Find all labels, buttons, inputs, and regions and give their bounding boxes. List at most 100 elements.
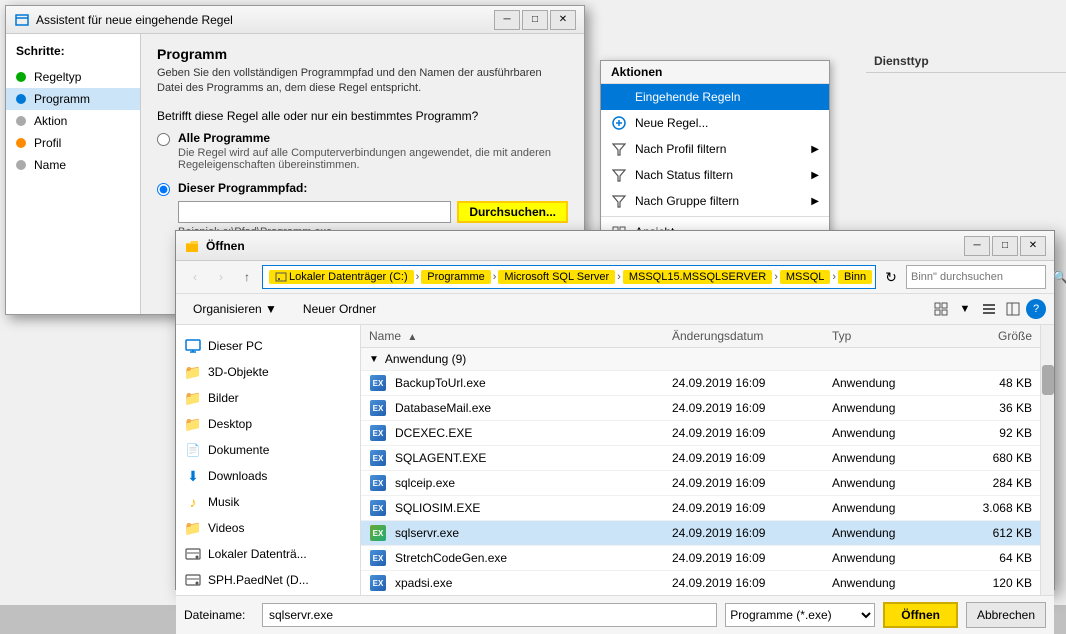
- browse-button[interactable]: Durchsuchen...: [457, 201, 568, 223]
- back-button[interactable]: ‹: [184, 266, 206, 288]
- nav-item-downloads[interactable]: ⬇ Downloads: [176, 463, 360, 489]
- view-controls: ▼ ?: [930, 298, 1046, 320]
- open-dialog-minimize[interactable]: ─: [964, 236, 990, 256]
- file-type-stretchcodegen: Anwendung: [832, 551, 952, 565]
- path-binn[interactable]: Binn: [838, 270, 872, 284]
- file-row-dcexec[interactable]: EX DCEXEC.EXE 24.09.2019 16:09 Anwendung…: [361, 421, 1040, 446]
- path-mssql15[interactable]: MSSQL15.MSSQLSERVER: [623, 270, 772, 284]
- nav-label-3d-objekte: 3D-Objekte: [208, 365, 269, 379]
- this-program-radio[interactable]: [157, 183, 170, 196]
- nav-item-bilder[interactable]: 📁 Bilder: [176, 385, 360, 411]
- organisieren-button[interactable]: Organisieren ▼: [184, 298, 286, 320]
- path-microsoft-sql[interactable]: Microsoft SQL Server: [498, 270, 615, 284]
- nach-gruppe-label: Nach Gruppe filtern: [635, 194, 739, 208]
- all-programs-radio[interactable]: [157, 133, 170, 146]
- file-row-databasemail[interactable]: EX DatabaseMail.exe 24.09.2019 16:09 Anw…: [361, 396, 1040, 421]
- context-menu-item-nach-gruppe[interactable]: Nach Gruppe filtern: [601, 188, 829, 214]
- file-row-backuptourl[interactable]: EX BackupToUrl.exe 24.09.2019 16:09 Anwe…: [361, 371, 1040, 396]
- view-list-button[interactable]: [930, 298, 952, 320]
- file-type-databasemail: Anwendung: [832, 401, 952, 415]
- col-header-type[interactable]: Typ: [832, 329, 952, 343]
- forward-button[interactable]: ›: [210, 266, 232, 288]
- exe-icon-sqlservr: EX: [369, 524, 387, 542]
- filename-input[interactable]: [262, 603, 717, 627]
- nav-item-dokumente[interactable]: 📄 Dokumente: [176, 437, 360, 463]
- address-bar: ‹ › ↑ Lokaler Datenträger (C:) › Program…: [176, 261, 1054, 294]
- help-button[interactable]: ?: [1026, 299, 1046, 319]
- wizard-step-name[interactable]: Name: [6, 154, 140, 176]
- program-question: Betrifft diese Regel alle oder nur ein b…: [157, 109, 568, 123]
- step-indicator-name: [16, 160, 26, 170]
- file-name-stretchcodegen: StretchCodeGen.exe: [395, 551, 672, 565]
- file-group-anwendung[interactable]: ▼ Anwendung (9): [361, 348, 1040, 371]
- nav-item-3d-objekte[interactable]: 📁 3D-Objekte: [176, 359, 360, 385]
- path-mssql[interactable]: MSSQL: [780, 270, 831, 284]
- wizard-step-profil[interactable]: Profil: [6, 132, 140, 154]
- col-header-diensttyp: Diensttyp: [874, 54, 929, 68]
- context-menu-item-nach-profil[interactable]: Nach Profil filtern: [601, 136, 829, 162]
- minimize-button[interactable]: ─: [494, 10, 520, 30]
- close-button[interactable]: ✕: [550, 10, 576, 30]
- view-large-button[interactable]: [978, 298, 1000, 320]
- open-dialog-maximize[interactable]: □: [992, 236, 1018, 256]
- context-menu-item-eingehende-regeln[interactable]: Eingehende Regeln: [601, 84, 829, 110]
- step-label-aktion: Aktion: [34, 114, 67, 128]
- file-row-sqlceip[interactable]: EX sqlceip.exe 24.09.2019 16:09 Anwendun…: [361, 471, 1040, 496]
- step-label-programm: Programm: [34, 92, 90, 106]
- wizard-step-programm[interactable]: Programm: [6, 88, 140, 110]
- open-dialog-close[interactable]: ✕: [1020, 236, 1046, 256]
- view-details-button[interactable]: ▼: [954, 298, 976, 320]
- nav-item-dvd[interactable]: 💿 DVD-Laufwerk (I...: [176, 593, 360, 595]
- folder-icon-3d: 📁: [184, 363, 202, 381]
- file-date-stretchcodegen: 24.09.2019 16:09: [672, 551, 832, 565]
- filter-icon-status: [611, 167, 627, 183]
- file-row-sqlservr[interactable]: EX sqlservr.exe 24.09.2019 16:09 Anwendu…: [361, 521, 1040, 546]
- context-menu-header-label: Aktionen: [611, 65, 662, 79]
- wizard-main-desc: Geben Sie den vollständigen Programmpfad…: [157, 66, 568, 97]
- nav-item-videos[interactable]: 📁 Videos: [176, 515, 360, 541]
- context-menu-item-nach-status[interactable]: Nach Status filtern: [601, 162, 829, 188]
- col-header-date[interactable]: Änderungsdatum: [672, 329, 832, 343]
- filename-label: Dateiname:: [184, 608, 254, 622]
- path-programme[interactable]: Programme: [421, 270, 490, 284]
- open-button[interactable]: Öffnen: [883, 602, 958, 628]
- pc-icon: [184, 337, 202, 355]
- file-date-sqlagent: 24.09.2019 16:09: [672, 451, 832, 465]
- file-name-sqliosim: SQLIOSIM.EXE: [395, 501, 672, 515]
- scrollbar[interactable]: [1040, 325, 1054, 595]
- folder-icon-dokumente: 📄: [184, 441, 202, 459]
- file-type-xpadsi: Anwendung: [832, 576, 952, 590]
- file-row-stretchcodegen[interactable]: EX StretchCodeGen.exe 24.09.2019 16:09 A…: [361, 546, 1040, 571]
- hdd-icon-lokaler: [184, 545, 202, 563]
- file-date-databasemail: 24.09.2019 16:09: [672, 401, 832, 415]
- cancel-button[interactable]: Abbrechen: [966, 602, 1046, 628]
- address-path[interactable]: Lokaler Datenträger (C:) › Programme › M…: [262, 265, 876, 289]
- up-button[interactable]: ↑: [236, 266, 258, 288]
- view-preview-button[interactable]: [1002, 298, 1024, 320]
- file-row-sqliosim[interactable]: EX SQLIOSIM.EXE 24.09.2019 16:09 Anwendu…: [361, 496, 1040, 521]
- nav-label-dokumente: Dokumente: [208, 443, 269, 457]
- nav-item-desktop[interactable]: 📁 Desktop: [176, 411, 360, 437]
- nav-item-sph[interactable]: SPH.PaedNet (D...: [176, 567, 360, 593]
- search-input[interactable]: [911, 271, 1053, 283]
- file-row-sqlagent[interactable]: EX SQLAGENT.EXE 24.09.2019 16:09 Anwendu…: [361, 446, 1040, 471]
- path-lokaler-datentraeger[interactable]: Lokaler Datenträger (C:): [269, 270, 414, 284]
- col-header-size[interactable]: Größe: [952, 329, 1032, 343]
- wizard-step-aktion[interactable]: Aktion: [6, 110, 140, 132]
- col-header-name[interactable]: Name ▲: [369, 329, 672, 343]
- maximize-button[interactable]: □: [522, 10, 548, 30]
- nav-label-sph: SPH.PaedNet (D...: [208, 573, 309, 587]
- file-date-sqliosim: 24.09.2019 16:09: [672, 501, 832, 515]
- nav-item-dieser-pc[interactable]: Dieser PC: [176, 333, 360, 359]
- neuer-ordner-button[interactable]: Neuer Ordner: [294, 298, 385, 320]
- file-row-xpadsi[interactable]: EX xpadsi.exe 24.09.2019 16:09 Anwendung…: [361, 571, 1040, 595]
- filetype-select[interactable]: Programme (*.exe): [725, 603, 875, 627]
- context-menu-item-neue-regel[interactable]: Neue Regel...: [601, 110, 829, 136]
- nav-item-lokaler-datentraeger[interactable]: Lokaler Datenträ...: [176, 541, 360, 567]
- nav-label-videos: Videos: [208, 521, 244, 535]
- wizard-step-regeltyp[interactable]: Regeltyp: [6, 66, 140, 88]
- nav-item-musik[interactable]: ♪ Musik: [176, 489, 360, 515]
- address-refresh-button[interactable]: ↻: [880, 266, 902, 288]
- program-path-input[interactable]: [178, 201, 451, 223]
- all-programs-label: Alle Programme: [178, 131, 568, 145]
